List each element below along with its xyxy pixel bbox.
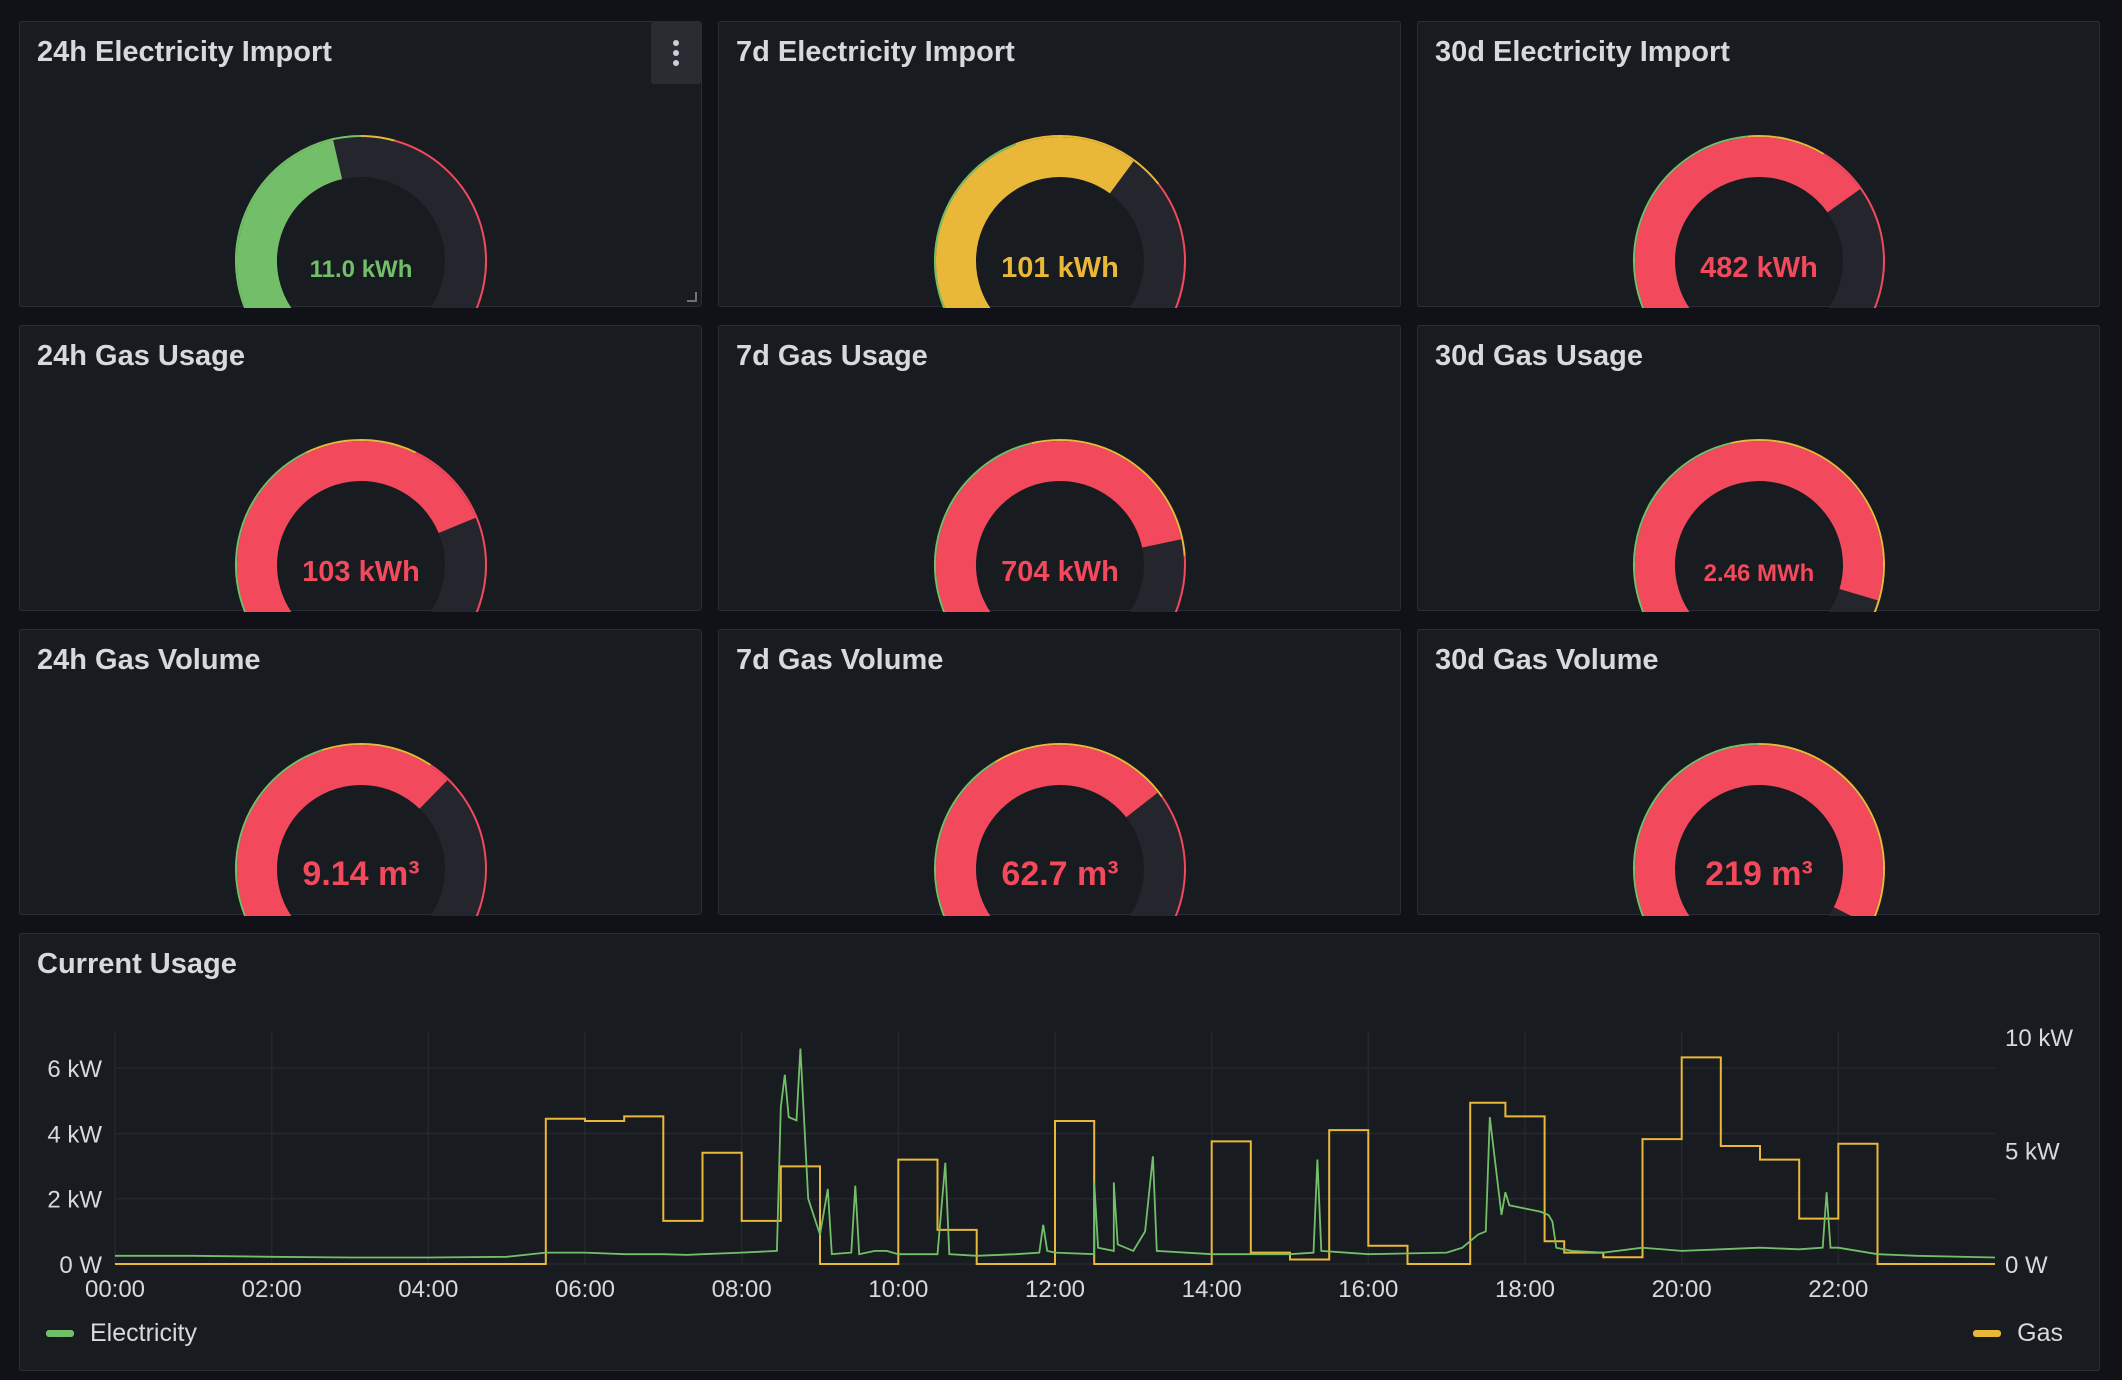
gauge: 62.7 m³	[934, 743, 1186, 916]
x-tick-label: 16:00	[1338, 1276, 1398, 1303]
x-tick-label: 12:00	[1025, 1276, 1085, 1303]
gauge-value-arc	[1635, 745, 1883, 916]
y-left-tick-label: 0 W	[59, 1252, 102, 1279]
gauge-value-arc	[237, 140, 343, 308]
gauge-panel-7d-gas-usage[interactable]: 7d Gas Usage 704 kWh	[718, 325, 1401, 612]
y-left-tick-label: 2 kW	[47, 1187, 102, 1214]
gauge: 103 kWh	[235, 439, 487, 612]
y-right-tick-label: 10 kW	[2005, 1025, 2073, 1052]
x-tick-label: 00:00	[85, 1276, 145, 1303]
gauge-panel-7d-gas-volume[interactable]: 7d Gas Volume 62.7 m³	[718, 629, 1401, 916]
gauge-value-arc	[1635, 441, 1883, 612]
x-tick-label: 04:00	[398, 1276, 458, 1303]
gauge-panel-30d-gas-usage[interactable]: 30d Gas Usage 2.46 MWh	[1417, 325, 2100, 612]
gauge: 9.14 m³	[235, 743, 487, 916]
y-right-tick-label: 5 kW	[2005, 1139, 2060, 1166]
gauge-panel-30d-electricity-import[interactable]: 30d Electricity Import 482 kWh	[1417, 21, 2100, 308]
gauge: 219 m³	[1633, 743, 1885, 916]
gauge-value: 704 kWh	[1001, 556, 1119, 588]
gauge: 2.46 MWh	[1633, 439, 1885, 612]
resize-handle-icon[interactable]	[687, 292, 697, 302]
x-tick-label: 02:00	[242, 1276, 302, 1303]
gauge-value-arc	[936, 745, 1158, 916]
x-tick-label: 14:00	[1182, 1276, 1242, 1303]
x-tick-label: 20:00	[1652, 1276, 1712, 1303]
x-tick-label: 06:00	[555, 1276, 615, 1303]
gauge-panel-7d-electricity-import[interactable]: 7d Electricity Import 101 kWh	[718, 21, 1401, 308]
gauge-value: 101 kWh	[1001, 252, 1119, 284]
gauge-panel-30d-gas-volume[interactable]: 30d Gas Volume 219 m³	[1417, 629, 2100, 916]
legend-swatch-electricity	[46, 1330, 74, 1337]
y-left-tick-label: 6 kW	[47, 1056, 102, 1083]
gauge: 11.0 kWh	[235, 135, 487, 308]
gauge-value: 11.0 kWh	[310, 256, 413, 283]
gauge-value-arc	[936, 137, 1134, 308]
gauge-value: 482 kWh	[1700, 252, 1818, 284]
gauge-value: 9.14 m³	[302, 855, 419, 893]
gauge: 101 kWh	[934, 135, 1186, 308]
y-right-tick-label: 0 W	[2005, 1252, 2048, 1279]
timeseries-chart[interactable]: 00:00 02:00 04:00 06:00 08:00 10:00 12:00 14:00…	[20, 934, 2101, 1372]
x-tick-label: 10:00	[868, 1276, 928, 1303]
timeseries-panel-current-usage[interactable]: Current Usage 00:00 02:00 04:00 06:00 08:00 1…	[19, 933, 2100, 1371]
y-left-tick-label: 4 kW	[47, 1121, 102, 1148]
gauge-value: 62.7 m³	[1001, 855, 1118, 893]
legend-label: Electricity	[90, 1319, 197, 1347]
gauge-panel-24h-gas-volume[interactable]: 24h Gas Volume 9.14 m³	[19, 629, 702, 916]
gauge-panel-24h-electricity-import[interactable]: 24h Electricity Import 11.0 kWh	[19, 21, 702, 308]
gauge-value-arc	[936, 441, 1182, 612]
gauge: 704 kWh	[934, 439, 1187, 612]
legend-item-gas[interactable]: Gas	[1973, 1319, 2063, 1348]
legend-item-electricity[interactable]: Electricity	[46, 1319, 197, 1348]
x-tick-label: 22:00	[1808, 1276, 1868, 1303]
x-tick-label: 08:00	[712, 1276, 772, 1303]
legend-label: Gas	[2017, 1319, 2063, 1347]
gauge-value-arc	[236, 745, 448, 916]
gauge-value-arc	[1635, 137, 1861, 308]
gauge-panel-24h-gas-usage[interactable]: 24h Gas Usage 103 kWh	[19, 325, 702, 612]
x-tick-label: 18:00	[1495, 1276, 1555, 1303]
gauge-value: 103 kWh	[302, 556, 420, 588]
gauge-value: 219 m³	[1705, 855, 1813, 893]
gauge-value-arc	[237, 441, 476, 612]
gauge: 482 kWh	[1633, 135, 1885, 308]
gauge-value: 2.46 MWh	[1704, 560, 1815, 587]
legend-swatch-gas	[1973, 1330, 2002, 1337]
